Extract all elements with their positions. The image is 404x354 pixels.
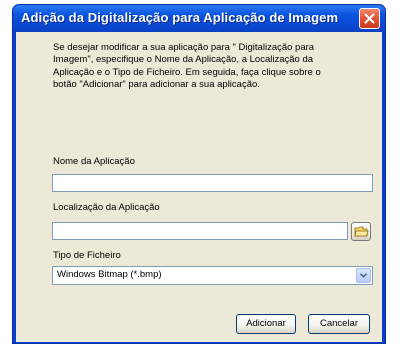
file-type-value: Windows Bitmap (*.bmp) bbox=[57, 269, 162, 280]
app-location-label: Localização da Aplicação bbox=[53, 202, 160, 213]
close-icon bbox=[364, 13, 375, 24]
dialog-window: Adição da Digitalização para Aplicação d… bbox=[12, 4, 386, 344]
app-name-input[interactable] bbox=[52, 174, 373, 192]
title-bar[interactable]: Adição da Digitalização para Aplicação d… bbox=[13, 5, 385, 32]
folder-icon bbox=[354, 226, 369, 237]
browse-button[interactable] bbox=[351, 222, 371, 241]
add-button[interactable]: Adicionar bbox=[236, 314, 296, 334]
dialog-title: Adição da Digitalização para Aplicação d… bbox=[21, 10, 339, 25]
file-type-select[interactable]: Windows Bitmap (*.bmp) bbox=[52, 266, 373, 285]
cancel-button[interactable]: Cancelar bbox=[308, 314, 370, 334]
instructions-line: Aplicação e o Tipo de Ficheiro. Em segui… bbox=[53, 66, 321, 78]
file-type-label: Tipo de Ficheiro bbox=[53, 250, 121, 261]
app-name-label: Nome da Aplicação bbox=[53, 156, 135, 167]
instructions-line: botão "Adicionar" para adicionar a sua a… bbox=[53, 78, 260, 90]
chevron-down-icon bbox=[360, 273, 367, 278]
dropdown-button[interactable] bbox=[356, 268, 371, 283]
close-button[interactable] bbox=[359, 8, 380, 29]
app-location-input[interactable] bbox=[52, 222, 348, 240]
instructions-line: Se desejar modificar a sua aplicação par… bbox=[53, 42, 315, 53]
dialog-body: Se desejar modificar a sua aplicação par… bbox=[16, 32, 382, 342]
instructions-text: Se desejar modificar a sua aplicação par… bbox=[53, 42, 353, 91]
instructions-line: Imagem", especifique o Nome da Aplicação… bbox=[53, 54, 314, 66]
